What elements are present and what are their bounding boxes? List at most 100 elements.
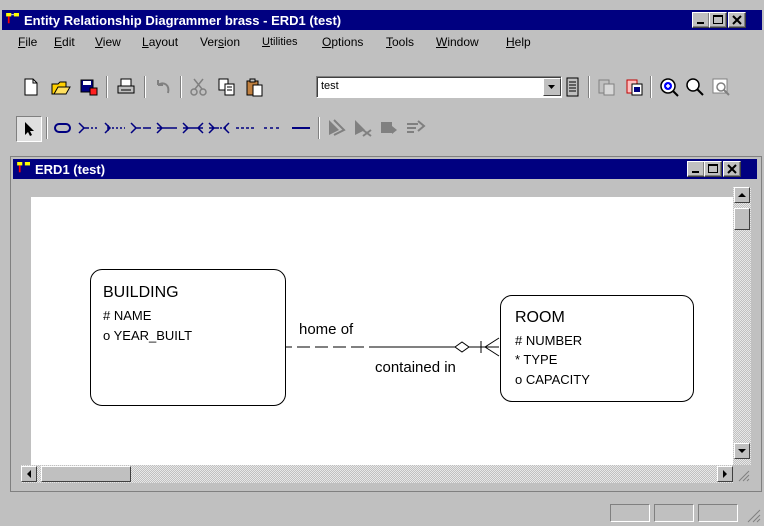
rel-many-many-optional-button[interactable] bbox=[208, 117, 230, 139]
close-button[interactable] bbox=[728, 12, 746, 28]
entity-room-attribute: o CAPACITY bbox=[515, 372, 590, 387]
scroll-left-button[interactable] bbox=[21, 466, 37, 482]
arc-button[interactable] bbox=[326, 117, 348, 139]
horizontal-scroll-thumb[interactable] bbox=[41, 466, 131, 482]
zoom-out-button[interactable] bbox=[684, 76, 706, 98]
rel-many-mandatory-button[interactable] bbox=[156, 117, 178, 139]
status-cell bbox=[610, 504, 650, 522]
menu-tools[interactable]: Tools bbox=[386, 35, 414, 49]
vertical-scrollbar[interactable] bbox=[733, 187, 751, 465]
minimize-button[interactable] bbox=[692, 12, 710, 28]
maximize-icon bbox=[713, 15, 723, 24]
toolbar-separator bbox=[180, 76, 182, 98]
list-icon bbox=[566, 77, 579, 97]
minimize-icon bbox=[697, 22, 704, 24]
scroll-down-button[interactable] bbox=[734, 443, 750, 459]
entity-room-name: ROOM bbox=[515, 309, 565, 326]
arc-remove-icon bbox=[355, 120, 372, 137]
menu-utilities[interactable]: Utilities bbox=[262, 36, 297, 48]
scroll-up-button[interactable] bbox=[734, 187, 750, 203]
copy-button[interactable] bbox=[216, 76, 238, 98]
status-cell bbox=[698, 504, 738, 522]
relationship-label-to: contained in bbox=[375, 359, 456, 376]
menu-layout[interactable]: Layout bbox=[142, 35, 178, 49]
print-button[interactable] bbox=[115, 76, 137, 98]
arc-remove-button[interactable] bbox=[352, 117, 374, 139]
maximize-button[interactable] bbox=[709, 12, 727, 28]
menu-options[interactable]: Options bbox=[322, 35, 363, 49]
application-combo-value: test bbox=[321, 80, 339, 92]
child-minimize-button[interactable] bbox=[687, 161, 705, 177]
entity-room[interactable]: ROOM # NUMBER * TYPE o CAPACITY bbox=[500, 295, 694, 402]
child-close-button[interactable] bbox=[723, 161, 741, 177]
print-icon bbox=[117, 78, 135, 94]
zoom-fit-icon bbox=[712, 78, 730, 96]
erd-document-icon bbox=[17, 162, 30, 173]
status-cell bbox=[654, 504, 694, 522]
maximize-icon bbox=[708, 164, 718, 173]
rel-many-optional-button[interactable] bbox=[130, 117, 152, 139]
toolbar-separator bbox=[650, 76, 652, 98]
child-title: ERD1 (test) bbox=[35, 162, 106, 177]
arc-add-button[interactable] bbox=[378, 117, 400, 139]
rel-many-many-button[interactable] bbox=[182, 117, 204, 139]
horizontal-scrollbar[interactable] bbox=[21, 465, 733, 483]
list-button[interactable] bbox=[562, 76, 584, 98]
status-size-grip-icon[interactable] bbox=[744, 506, 762, 524]
child-maximize-button[interactable] bbox=[704, 161, 722, 177]
zoom-in-button[interactable] bbox=[658, 76, 680, 98]
menu-view[interactable]: View bbox=[95, 35, 121, 49]
entity-tool-button[interactable] bbox=[52, 117, 74, 139]
rel-optional-optional-button[interactable] bbox=[234, 117, 256, 139]
rel-many-mandatory-icon bbox=[156, 122, 177, 134]
menu-edit[interactable]: Edit bbox=[54, 35, 75, 49]
rel-mandatory-icon bbox=[292, 127, 310, 129]
toolbar-separator bbox=[318, 117, 320, 139]
rel-many-optional-icon bbox=[130, 122, 151, 134]
menu-bar: File Edit View Layout Version Utilities … bbox=[2, 32, 762, 54]
close-icon bbox=[732, 15, 742, 25]
new-button[interactable] bbox=[20, 76, 42, 98]
save-button[interactable] bbox=[78, 76, 100, 98]
arc-icon bbox=[329, 119, 346, 136]
diagram-canvas[interactable]: home of contained in BUILDING # NAME o Y… bbox=[31, 197, 733, 465]
menu-window[interactable]: Window bbox=[436, 35, 479, 49]
undo-button[interactable] bbox=[152, 76, 174, 98]
rel-optional-optional-icon bbox=[236, 127, 254, 129]
size-grip-icon[interactable] bbox=[733, 465, 751, 483]
combo-dropdown-button[interactable] bbox=[543, 78, 561, 96]
menu-help[interactable]: Help bbox=[506, 35, 531, 49]
rel-many-many-icon bbox=[182, 122, 204, 134]
vertical-scroll-thumb[interactable] bbox=[734, 208, 750, 230]
rel-optional-dashed-button[interactable] bbox=[262, 117, 284, 139]
toolbar-separator bbox=[588, 76, 590, 98]
arc-relation-icon bbox=[407, 120, 426, 133]
rel-mandatory-button[interactable] bbox=[290, 117, 312, 139]
app-title-bar[interactable]: Entity Relationship Diagrammer brass - E… bbox=[2, 10, 762, 30]
open-button[interactable] bbox=[50, 76, 72, 98]
select-tool-button[interactable] bbox=[16, 116, 42, 142]
scroll-right-button[interactable] bbox=[717, 466, 733, 482]
toolbar-separator bbox=[144, 76, 146, 98]
paste-button[interactable] bbox=[244, 76, 266, 98]
arc-relation-button[interactable] bbox=[404, 117, 426, 139]
repository-report-button[interactable] bbox=[624, 76, 646, 98]
rel-optional-many-2-button[interactable] bbox=[104, 117, 126, 139]
menu-file[interactable]: File bbox=[18, 35, 37, 49]
entity-building[interactable]: BUILDING # NAME o YEAR_BUILT bbox=[90, 269, 286, 406]
minimize-icon bbox=[692, 171, 699, 173]
application-combo[interactable]: test bbox=[316, 76, 562, 98]
zoom-in-icon bbox=[660, 78, 679, 97]
zoom-fit-button[interactable] bbox=[710, 76, 732, 98]
cut-button[interactable] bbox=[188, 76, 210, 98]
repository-button[interactable] bbox=[596, 76, 618, 98]
entity-room-attribute: * TYPE bbox=[515, 352, 558, 367]
close-icon bbox=[727, 164, 737, 174]
arc-add-icon bbox=[381, 122, 397, 134]
rel-optional-many-button[interactable] bbox=[78, 117, 100, 139]
child-title-bar[interactable]: ERD1 (test) bbox=[13, 159, 757, 179]
rel-optional-many-icon bbox=[78, 122, 99, 134]
menu-version[interactable]: Version bbox=[200, 35, 240, 49]
repository-report-icon bbox=[626, 79, 643, 96]
select-tool-icon bbox=[25, 122, 34, 136]
